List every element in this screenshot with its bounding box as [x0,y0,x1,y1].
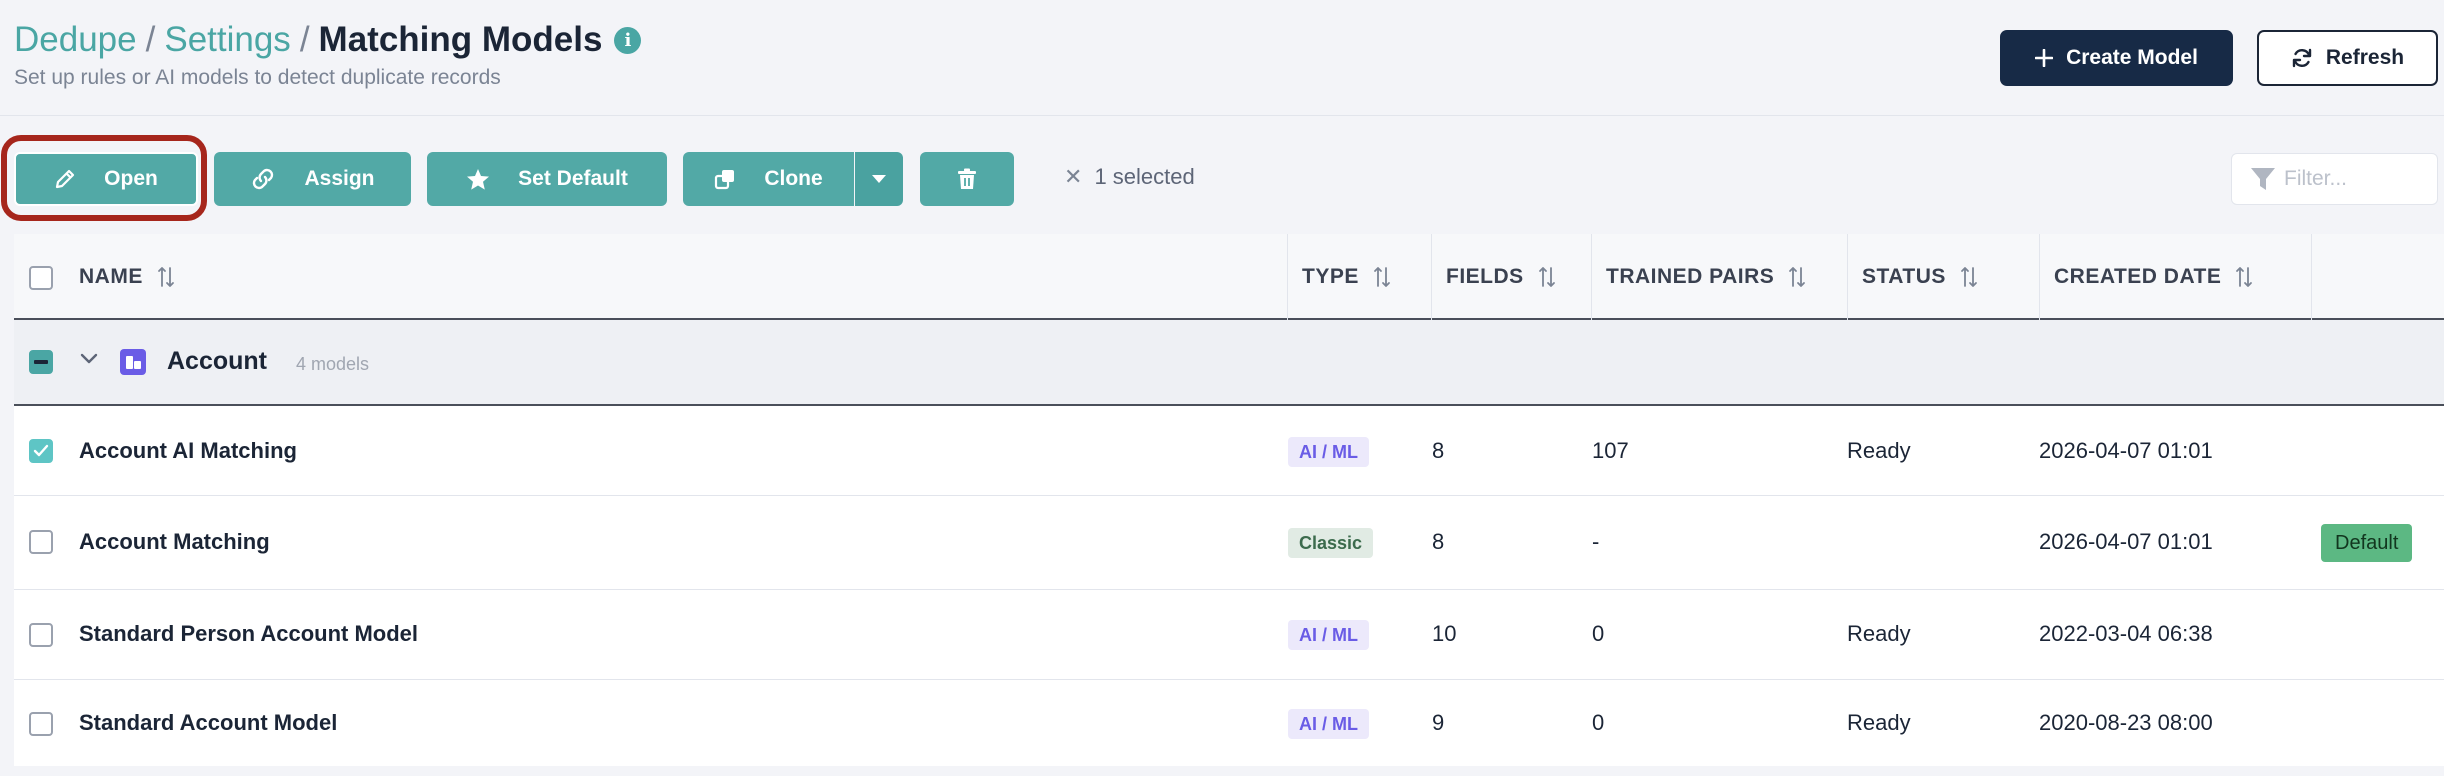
set-default-label: Set Default [518,167,628,190]
breadcrumb-separator: / [145,20,156,59]
status-text: Ready [1847,621,1911,646]
selection-status: ✕ 1 selected [1064,164,1195,190]
column-header-type[interactable]: TYPE [1287,234,1431,320]
breadcrumb-settings[interactable]: Settings [164,20,290,60]
created-date: 2020-08-23 08:00 [2039,710,2213,735]
clone-dropdown-button[interactable] [855,152,903,206]
row-checkbox[interactable] [29,439,53,463]
column-trained-pairs-label: TRAINED PAIRS [1606,265,1775,288]
sort-icon [2236,267,2253,287]
group-name: Account [167,347,267,375]
refresh-button[interactable]: Refresh [2257,30,2438,86]
type-badge: Classic [1288,528,1374,558]
trained-pairs-count: 0 [1592,710,1605,735]
select-all-checkbox[interactable] [29,266,53,290]
default-badge: Default [2321,524,2413,562]
account-object-icon [120,349,146,375]
column-header-trained-pairs[interactable]: TRAINED PAIRS [1591,234,1847,320]
selected-count-text: 1 selected [1094,164,1195,189]
fields-count: 8 [1432,438,1445,463]
sort-icon [1789,267,1806,287]
trained-pairs-count: 0 [1592,621,1605,646]
table-row[interactable]: Account Matching Classic 8 - 2026-04-07 … [14,496,2444,590]
column-status-label: STATUS [1862,265,1946,288]
clear-selection-icon[interactable]: ✕ [1064,164,1082,190]
open-label: Open [104,167,158,190]
filter-icon [2251,168,2275,190]
fields-count: 10 [1432,621,1457,646]
caret-down-icon [872,175,886,183]
breadcrumb-separator: / [299,20,310,59]
column-header-created-date[interactable]: CREATED DATE [2039,234,2311,320]
type-badge: AI / ML [1288,709,1369,739]
trash-icon [958,168,976,189]
group-count: 4 models [296,354,370,374]
breadcrumb-dedupe[interactable]: Dedupe [14,20,137,60]
page-header: Dedupe / Settings / Matching Models i Se… [0,0,2444,116]
column-header-fields[interactable]: FIELDS [1431,234,1591,320]
fields-count: 9 [1432,710,1445,735]
row-checkbox[interactable] [29,530,53,554]
pencil-icon [56,169,75,189]
sort-icon [1960,267,1977,287]
filter-field[interactable] [2231,153,2438,205]
page-subtitle: Set up rules or AI models to detect dupl… [14,66,501,89]
assign-button[interactable]: Assign [214,152,411,206]
assign-label: Assign [304,167,375,190]
open-button[interactable]: Open [14,152,198,206]
created-date: 2022-03-04 06:38 [2039,621,2213,646]
status-text: Ready [1847,710,1911,735]
trained-pairs-count: 107 [1592,438,1629,463]
star-icon [467,168,490,190]
model-name[interactable]: Account Matching [79,529,270,555]
table-row[interactable]: Standard Account Model AI / ML 9 0 Ready… [14,680,2444,766]
sort-icon [1538,267,1555,287]
created-date: 2026-04-07 01:01 [2039,438,2213,463]
model-name[interactable]: Account AI Matching [79,438,297,464]
plus-icon [2035,49,2054,67]
check-icon [33,444,49,457]
delete-button[interactable] [920,152,1014,206]
row-checkbox[interactable] [29,712,53,736]
column-header-name[interactable]: NAME [65,234,1286,320]
trained-pairs-count: - [1592,529,1600,554]
status-text: Ready [1847,438,1911,463]
column-name-label: NAME [79,265,143,288]
table-row[interactable]: Standard Person Account Model AI / ML 10… [14,590,2444,680]
info-icon[interactable]: i [614,26,642,54]
page-title: Matching Models [318,20,603,59]
clone-label: Clone [764,167,823,190]
sort-icon [157,267,174,287]
table-row[interactable]: Account AI Matching AI / ML 8 107 Ready … [14,408,2444,496]
models-table: NAME TYPE FIELDS TRAINED PAIRS STATUS CR… [14,234,2444,766]
table-header: NAME TYPE FIELDS TRAINED PAIRS STATUS CR… [14,234,2444,320]
row-checkbox[interactable] [29,623,53,647]
group-row-account[interactable]: Account 4 models [14,320,2444,406]
filter-input[interactable] [2284,167,2424,191]
create-model-label: Create Model [2066,46,2198,69]
type-badge: AI / ML [1288,437,1369,467]
refresh-label: Refresh [2325,46,2405,69]
fields-count: 8 [1432,529,1445,554]
column-header-badge [2311,234,2444,320]
model-name[interactable]: Standard Person Account Model [79,621,418,647]
column-fields-label: FIELDS [1446,265,1524,288]
type-badge: AI / ML [1288,620,1369,650]
column-created-date-label: CREATED DATE [2054,265,2222,288]
create-model-button[interactable]: Create Model [2000,30,2233,86]
created-date: 2026-04-07 01:01 [2039,529,2213,554]
sort-icon [1373,267,1390,287]
refresh-icon [2292,48,2312,68]
column-header-status[interactable]: STATUS [1847,234,2039,320]
model-name[interactable]: Standard Account Model [79,710,337,736]
chevron-down-icon[interactable] [80,353,98,365]
link-icon [253,168,274,190]
breadcrumb: Dedupe / Settings / Matching Models i [14,20,642,60]
group-checkbox[interactable] [29,350,53,374]
set-default-button[interactable]: Set Default [427,152,667,206]
clone-button[interactable]: Clone [683,152,854,206]
column-type-label: TYPE [1302,265,1359,288]
clone-icon [715,170,735,190]
